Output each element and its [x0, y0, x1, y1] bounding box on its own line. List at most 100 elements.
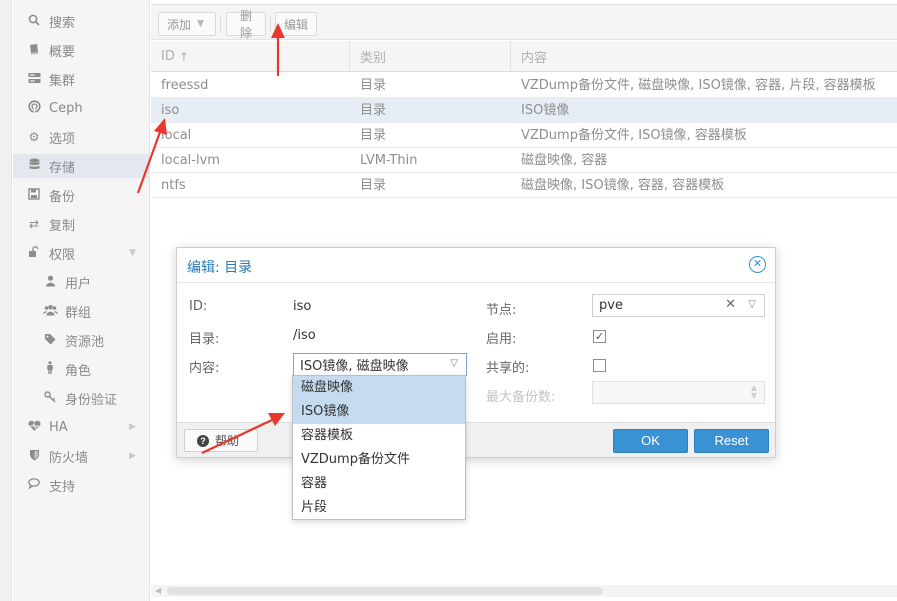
delete-button[interactable]: 删除: [226, 9, 266, 40]
cell-content: 磁盘映像, 容器: [521, 153, 608, 168]
help-button-label: 帮助: [215, 434, 240, 448]
column-header-label: ID: [161, 49, 175, 64]
sidebar-item-search[interactable]: 搜索: [13, 9, 150, 33]
sort-ascending-icon: ↑: [178, 49, 189, 64]
sidebar-item-options[interactable]: ⚙ 选项: [13, 125, 150, 149]
scroll-left-icon[interactable]: ◀: [155, 585, 161, 597]
table-row[interactable]: local 目录 VZDump备份文件, ISO镜像, 容器模板: [151, 123, 897, 148]
max-backups-spinner[interactable]: ▲ ▼: [592, 381, 765, 404]
tags-icon: [43, 333, 57, 348]
sidebar-item-firewall[interactable]: 防火墙 ▶: [13, 444, 150, 468]
chevron-down-icon[interactable]: ▽: [748, 299, 756, 310]
retweet-icon: ⇄: [28, 217, 40, 231]
enable-checkbox[interactable]: ✓: [593, 330, 606, 343]
gear-icon: ⚙: [28, 130, 40, 144]
dropdown-option-snippets[interactable]: 片段: [293, 496, 465, 520]
sidebar-item-label: 概要: [49, 44, 76, 60]
dialog-footer: ? 帮助 OK Reset: [177, 422, 775, 457]
table-row-selected[interactable]: iso 目录 ISO镜像: [151, 98, 897, 123]
delete-button-label: 删除: [239, 9, 252, 40]
sidebar-item-replication[interactable]: ⇄ 复制: [13, 212, 150, 236]
sidebar-item-users[interactable]: 用户: [13, 270, 150, 294]
question-circle-icon: ?: [197, 434, 209, 447]
enable-label: 启用:: [486, 332, 517, 347]
column-header-content[interactable]: 内容: [511, 41, 897, 72]
node-select[interactable]: pve ✕ ▽: [592, 294, 765, 317]
shared-label: 共享的:: [486, 361, 530, 376]
cell-type: 目录: [360, 78, 387, 93]
toolbar-separator: [270, 17, 271, 31]
content-select-value: ISO镜像, 磁盘映像: [300, 359, 409, 374]
sidebar-item-ha[interactable]: HA ▶: [13, 415, 150, 439]
sidebar-item-label: 复制: [49, 218, 76, 234]
sidebar-item-auth[interactable]: 身份验证: [13, 386, 150, 410]
table-row[interactable]: freessd 目录 VZDump备份文件, 磁盘映像, ISO镜像, 容器, …: [151, 73, 897, 98]
sidebar-item-label: 存储: [49, 160, 76, 176]
sidebar-item-label: HA: [49, 419, 68, 435]
sidebar: 搜索 概要 集群 Ceph ⚙ 选项 存储 备份 ⇄ 复制 权限 ▼ 用户 群组…: [13, 0, 150, 601]
spinner-arrows-icon[interactable]: ▲ ▼: [751, 384, 757, 400]
toolbar-separator: [220, 17, 221, 31]
cell-content: VZDump备份文件, ISO镜像, 容器模板: [521, 128, 747, 143]
sidebar-item-pools[interactable]: 资源池: [13, 328, 150, 352]
sidebar-item-label: 群组: [65, 305, 92, 321]
cell-id: ntfs: [161, 178, 186, 193]
dropdown-option-iso-image[interactable]: ISO镜像: [293, 400, 465, 424]
horizontal-scrollbar[interactable]: ◀: [151, 585, 897, 597]
content-dropdown-list: 磁盘映像 ISO镜像 容器模板 VZDump备份文件 容器 片段: [292, 375, 466, 520]
id-value: iso: [293, 299, 312, 314]
node-label: 节点:: [486, 303, 517, 318]
close-icon[interactable]: ✕: [749, 256, 766, 273]
scrollbar-thumb[interactable]: [167, 587, 603, 595]
users-icon: [43, 304, 58, 319]
sidebar-item-roles[interactable]: 角色: [13, 357, 150, 381]
column-header-id[interactable]: ID ↑: [151, 41, 350, 72]
comments-icon: [27, 478, 41, 492]
user-icon: [43, 275, 57, 290]
edit-button[interactable]: 编辑: [275, 12, 317, 36]
dropdown-option-disk-image[interactable]: 磁盘映像: [293, 376, 465, 400]
shield-icon: [27, 449, 41, 464]
sidebar-item-cluster[interactable]: 集群: [13, 67, 150, 91]
help-button[interactable]: ? 帮助: [184, 429, 258, 452]
sidebar-item-label: 权限: [49, 247, 76, 263]
dropdown-option-vzdump-backup[interactable]: VZDump备份文件: [293, 448, 465, 472]
reset-button[interactable]: Reset: [694, 429, 769, 453]
male-icon: [43, 361, 57, 377]
content-select[interactable]: ISO镜像, 磁盘映像 ▽: [293, 353, 467, 376]
chevron-right-icon[interactable]: ▶: [129, 422, 136, 432]
floppy-icon: [27, 187, 41, 203]
clear-icon[interactable]: ✕: [725, 297, 736, 312]
edit-directory-dialog: 编辑: 目录 ✕ ID: iso 目录: /iso 内容: ISO镜像, 磁盘映…: [176, 247, 776, 458]
sidebar-item-summary[interactable]: 概要: [13, 38, 150, 62]
table-row[interactable]: local-lvm LVM-Thin 磁盘映像, 容器: [151, 148, 897, 173]
sidebar-item-label: 角色: [65, 363, 92, 379]
sidebar-item-support[interactable]: 支持: [13, 473, 150, 497]
server-icon: [27, 72, 41, 87]
sidebar-item-permissions[interactable]: 权限 ▼: [13, 241, 150, 265]
column-header-label: 类别: [360, 51, 387, 66]
shared-checkbox[interactable]: [593, 359, 606, 372]
chevron-right-icon[interactable]: ▶: [129, 451, 136, 461]
toolbar: 添加 ▼ 删除 编辑: [151, 4, 897, 40]
cell-id: local: [161, 128, 192, 143]
chevron-down-icon[interactable]: ▽: [450, 358, 458, 369]
sidebar-item-label: 资源池: [65, 334, 105, 350]
sidebar-item-ceph[interactable]: Ceph: [13, 96, 150, 120]
chevron-down-icon: ▼: [197, 19, 204, 29]
sidebar-item-storage[interactable]: 存储: [13, 154, 150, 178]
sidebar-item-label: 搜索: [49, 15, 76, 31]
table-row[interactable]: ntfs 目录 磁盘映像, ISO镜像, 容器, 容器模板: [151, 173, 897, 198]
edit-button-label: 编辑: [284, 17, 309, 32]
sidebar-item-backup[interactable]: 备份: [13, 183, 150, 207]
chevron-down-icon[interactable]: ▼: [129, 248, 136, 258]
sidebar-item-label: 身份验证: [65, 392, 118, 408]
dropdown-option-container[interactable]: 容器: [293, 472, 465, 496]
sidebar-item-groups[interactable]: 群组: [13, 299, 150, 323]
ok-button[interactable]: OK: [613, 429, 688, 453]
column-header-type[interactable]: 类别: [350, 41, 511, 72]
cell-type: 目录: [360, 128, 387, 143]
cell-id: iso: [161, 103, 180, 118]
dropdown-option-container-template[interactable]: 容器模板: [293, 424, 465, 448]
add-button[interactable]: 添加 ▼: [158, 12, 216, 36]
